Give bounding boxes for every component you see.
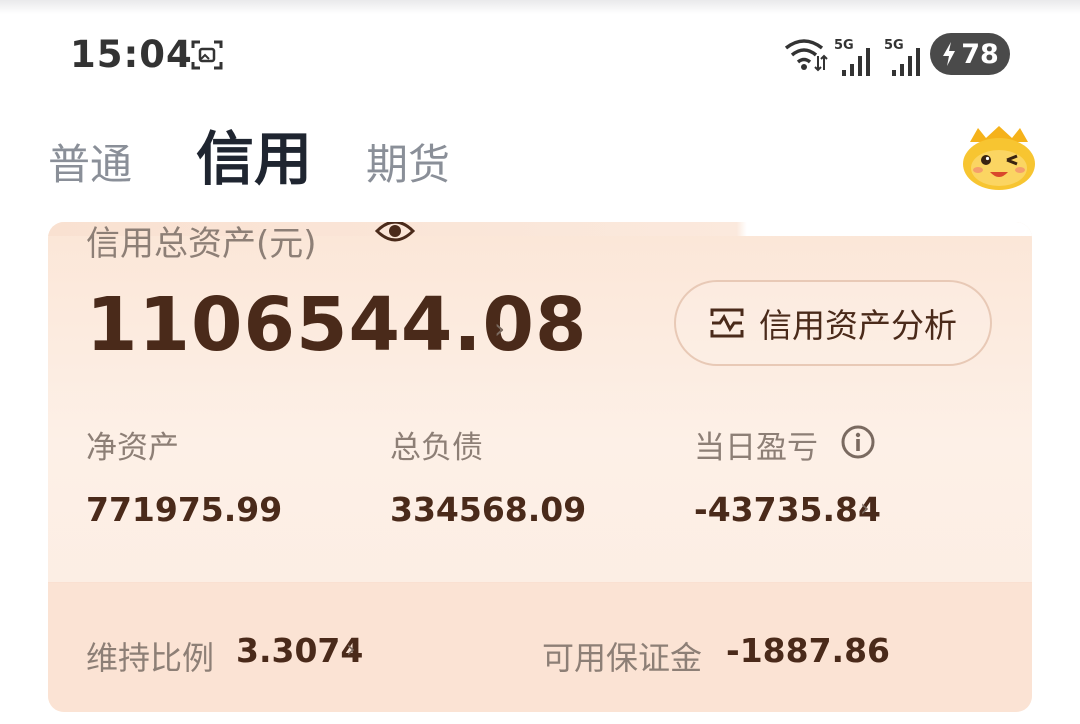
credit-asset-card: 信用总资产(元) 1106544.08 › 信用资产分析 净资产 总负债 当日盈… xyxy=(48,222,1032,712)
available-margin-label: 可用保证金 xyxy=(542,639,703,677)
tab-futures[interactable]: 期货 xyxy=(366,131,450,192)
tab-normal[interactable]: 普通 xyxy=(48,131,132,192)
mascot-icon[interactable] xyxy=(960,122,1038,192)
net-assets-value: 771975.99 xyxy=(86,490,283,529)
account-tabs: 普通 信用 期货 xyxy=(0,110,1080,220)
net-assets-label: 净资产 xyxy=(86,430,179,466)
total-liabilities-value: 334568.09 xyxy=(390,490,587,529)
battery-indicator: 78 xyxy=(930,33,1010,75)
analysis-button-label: 信用资产分析 xyxy=(759,306,957,345)
chevron-right-icon[interactable]: › xyxy=(346,635,356,663)
wifi-icon xyxy=(784,39,828,72)
total-liabilities-label: 总负债 xyxy=(390,430,483,466)
screenshot-icon xyxy=(191,40,223,70)
status-time: 15:04 xyxy=(70,33,193,76)
charging-icon xyxy=(943,42,956,66)
credit-asset-analysis-button[interactable]: 信用资产分析 xyxy=(674,280,992,366)
maintenance-ratio-label: 维持比例 xyxy=(86,639,215,677)
maintenance-ratio-value[interactable]: 3.3074 xyxy=(236,631,363,670)
card-footer: 维持比例 3.3074 › 可用保证金 -1887.86 xyxy=(48,582,1032,712)
eye-icon[interactable] xyxy=(374,222,416,246)
daily-pnl-label: 当日盈亏 xyxy=(694,430,818,466)
battery-level: 78 xyxy=(961,38,999,70)
chevron-right-icon[interactable]: › xyxy=(860,494,870,522)
status-bar: 15:04 5G 5G 78 xyxy=(0,0,1080,100)
tab-credit[interactable]: 信用 xyxy=(196,112,312,196)
chevron-right-icon[interactable]: › xyxy=(494,312,505,345)
info-icon[interactable] xyxy=(840,424,876,460)
daily-pnl-value[interactable]: -43735.84 xyxy=(694,490,881,529)
credit-total-assets-value[interactable]: 1106544.08 xyxy=(86,282,588,368)
available-margin-value: -1887.86 xyxy=(726,631,891,670)
analysis-icon xyxy=(710,308,744,338)
credit-total-assets-label: 信用总资产(元) xyxy=(86,224,317,264)
